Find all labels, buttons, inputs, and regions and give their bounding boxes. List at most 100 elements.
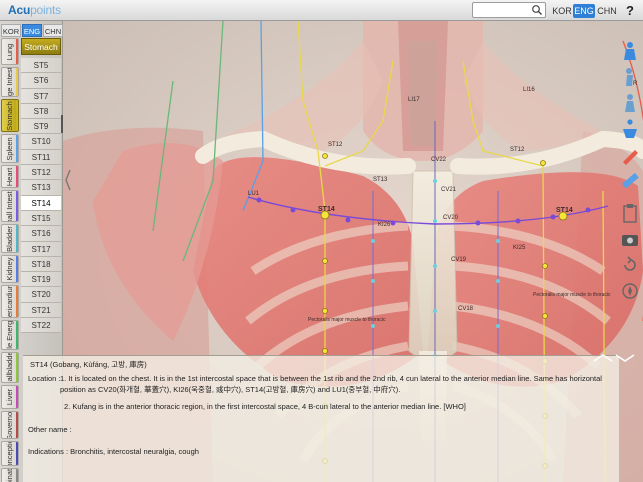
sidebar-lang-chn[interactable]: CHN [43, 24, 63, 37]
point-item-st7[interactable]: ST7 [21, 88, 61, 104]
app-logo: Acupoints [8, 3, 61, 17]
meridian-color-stripe [16, 412, 18, 438]
meridian-color-stripe [16, 442, 18, 465]
meridian-tab-liver[interactable]: Liver [1, 385, 19, 409]
point-item-st5[interactable]: ST5 [21, 58, 61, 74]
sidebar-lang-row: KOR ENG CHN [0, 24, 63, 37]
meridian-tab-lung[interactable]: Lung [1, 38, 19, 65]
point-item-st20[interactable]: ST20 [21, 287, 61, 303]
meridian-tab-label: Pericardium [5, 285, 14, 318]
lang-kor-button[interactable]: KOR [552, 4, 572, 18]
side-body-icon[interactable]: R [619, 66, 641, 88]
selected-meridian-title: Stomach [21, 38, 61, 55]
point-item-st8[interactable]: ST8 [21, 103, 61, 120]
label-cv21: CV21 [441, 187, 457, 193]
search-icon[interactable] [531, 4, 543, 16]
back-body-icon[interactable] [619, 92, 641, 114]
meridian-tab-bladder[interactable]: Bladder [1, 224, 19, 253]
meridian-color-stripe [16, 68, 18, 96]
point-item-st16[interactable]: ST16 [21, 226, 61, 242]
meridian-tab-conception[interactable]: Conception [1, 441, 19, 466]
label-st13: ST13 [373, 177, 388, 183]
label-cv18: CV18 [458, 306, 474, 312]
sidebar-lang-kor[interactable]: KOR [1, 24, 21, 37]
label-lu1: LU1 [248, 191, 260, 197]
logo-main: Acu [8, 3, 31, 17]
meridian-tab-heart[interactable]: Heart [1, 165, 19, 188]
indications-row: Indications : Bronchitis, intercostal ne… [28, 447, 199, 456]
point-item-st12[interactable]: ST12 [21, 165, 61, 181]
meridian-tab-combination[interactable]: Combination [1, 468, 19, 482]
point-item-st11[interactable]: ST11 [21, 149, 61, 166]
meridian-tab-label: Liver [5, 388, 14, 406]
point-item-st15[interactable]: ST15 [21, 210, 61, 227]
clipboard-icon[interactable] [619, 202, 641, 224]
top-bar: Acupoints KOR ENG CHN ? [0, 0, 643, 21]
meridian-color-stripe [16, 39, 18, 64]
meridian-tab-label: Gallbladder [5, 352, 14, 383]
point-item-st21[interactable]: ST21 [21, 302, 61, 319]
meridian-tab-triple-energizer[interactable]: Triple Energizer [1, 320, 19, 350]
ruler-icon[interactable] [619, 170, 641, 192]
meridian-tab-small-intestine[interactable]: Small Intestine [1, 190, 19, 222]
meridian-tab-large-intestine[interactable]: Large Intestine [1, 67, 19, 97]
meridian-tab-spleen[interactable]: Spleen [1, 134, 19, 163]
search-input[interactable] [472, 2, 546, 18]
meridian-tab-label: Triple Energizer [5, 320, 14, 350]
point-item-st6[interactable]: ST6 [21, 73, 61, 89]
label-st12-right: ST12 [510, 147, 525, 153]
label-cv19: CV19 [451, 257, 467, 263]
point-item-st17[interactable]: ST17 [21, 241, 61, 257]
meridian-tab-kidney[interactable]: Kidney [1, 255, 19, 283]
point-item-st9[interactable]: ST9 [21, 119, 61, 135]
lang-eng-button[interactable]: ENG [573, 4, 595, 18]
pen-icon[interactable] [619, 144, 641, 166]
meridian-tab-label: Large Intestine [5, 67, 14, 97]
muscle-caption-right: Pectoralis major muscle to thoracic [533, 292, 611, 298]
meridian-tab-stomach[interactable]: Stomach [1, 99, 19, 132]
svg-text:R: R [633, 81, 638, 87]
point-item-st19[interactable]: ST19 [21, 272, 61, 288]
meridian-color-stripe [16, 100, 18, 131]
panel-toggle-icon[interactable] [590, 351, 638, 365]
label-ki26: KI26 [378, 222, 391, 228]
point-item-st22[interactable]: ST22 [21, 318, 61, 334]
camera-icon[interactable] [619, 228, 641, 250]
reset-icon[interactable] [619, 254, 641, 276]
label-li17: LI17 [408, 97, 420, 103]
other-name-row: Other name : [28, 424, 72, 434]
point-item-st13[interactable]: ST13 [21, 180, 61, 196]
label-cv20: CV20 [443, 215, 459, 221]
meridian-tab-governor[interactable]: Governor [1, 411, 19, 439]
meridian-tabs: Lung Large Intestine Stomach Spleen Heart Sma… [1, 38, 19, 482]
location-text-1: 1. It is located on the chest. It is in … [60, 374, 602, 394]
front-body-icon[interactable] [619, 40, 641, 62]
meridian-color-stripe [16, 469, 18, 482]
point-info-panel: ST14 (Gobang, Kùfáng, 고방, 庫房) Location :… [23, 355, 619, 482]
point-list-scrollbar[interactable] [61, 115, 63, 133]
full-body-icon[interactable] [619, 118, 641, 140]
meridian-color-stripe [16, 166, 18, 187]
point-list: ST5 ST6 ST7 ST8 ST9 ST10 ST11 ST12 ST13 ST14 ST15 S… [21, 58, 61, 334]
sidebar-lang-eng[interactable]: ENG [22, 24, 42, 37]
meridian-tab-label: Governor [5, 411, 14, 439]
meridian-color-stripe [16, 286, 18, 317]
meridian-tab-gallbladder[interactable]: Gallbladder [1, 352, 19, 383]
point-item-st14[interactable]: ST14 [21, 195, 61, 211]
compass-icon[interactable] [619, 280, 641, 302]
point-item-st10[interactable]: ST10 [21, 134, 61, 150]
meridian-color-stripe [16, 353, 18, 382]
meridian-tab-label: Stomach [5, 100, 14, 131]
meridian-tab-label: Small Intestine [5, 190, 14, 222]
point-item-st18[interactable]: ST18 [21, 256, 61, 273]
label-li16: LI16 [523, 87, 535, 93]
meridian-tab-label: Kidney [5, 257, 14, 281]
help-button[interactable]: ? [626, 3, 634, 18]
meridian-color-stripe [16, 191, 18, 221]
meridian-tab-label: Bladder [5, 225, 14, 252]
meridian-color-stripe [16, 386, 18, 408]
collapse-panel-icon[interactable] [64, 168, 72, 192]
location-label: Location : [28, 374, 61, 383]
lang-chn-button[interactable]: CHN [597, 4, 617, 18]
meridian-tab-pericardium[interactable]: Pericardium [1, 285, 19, 318]
